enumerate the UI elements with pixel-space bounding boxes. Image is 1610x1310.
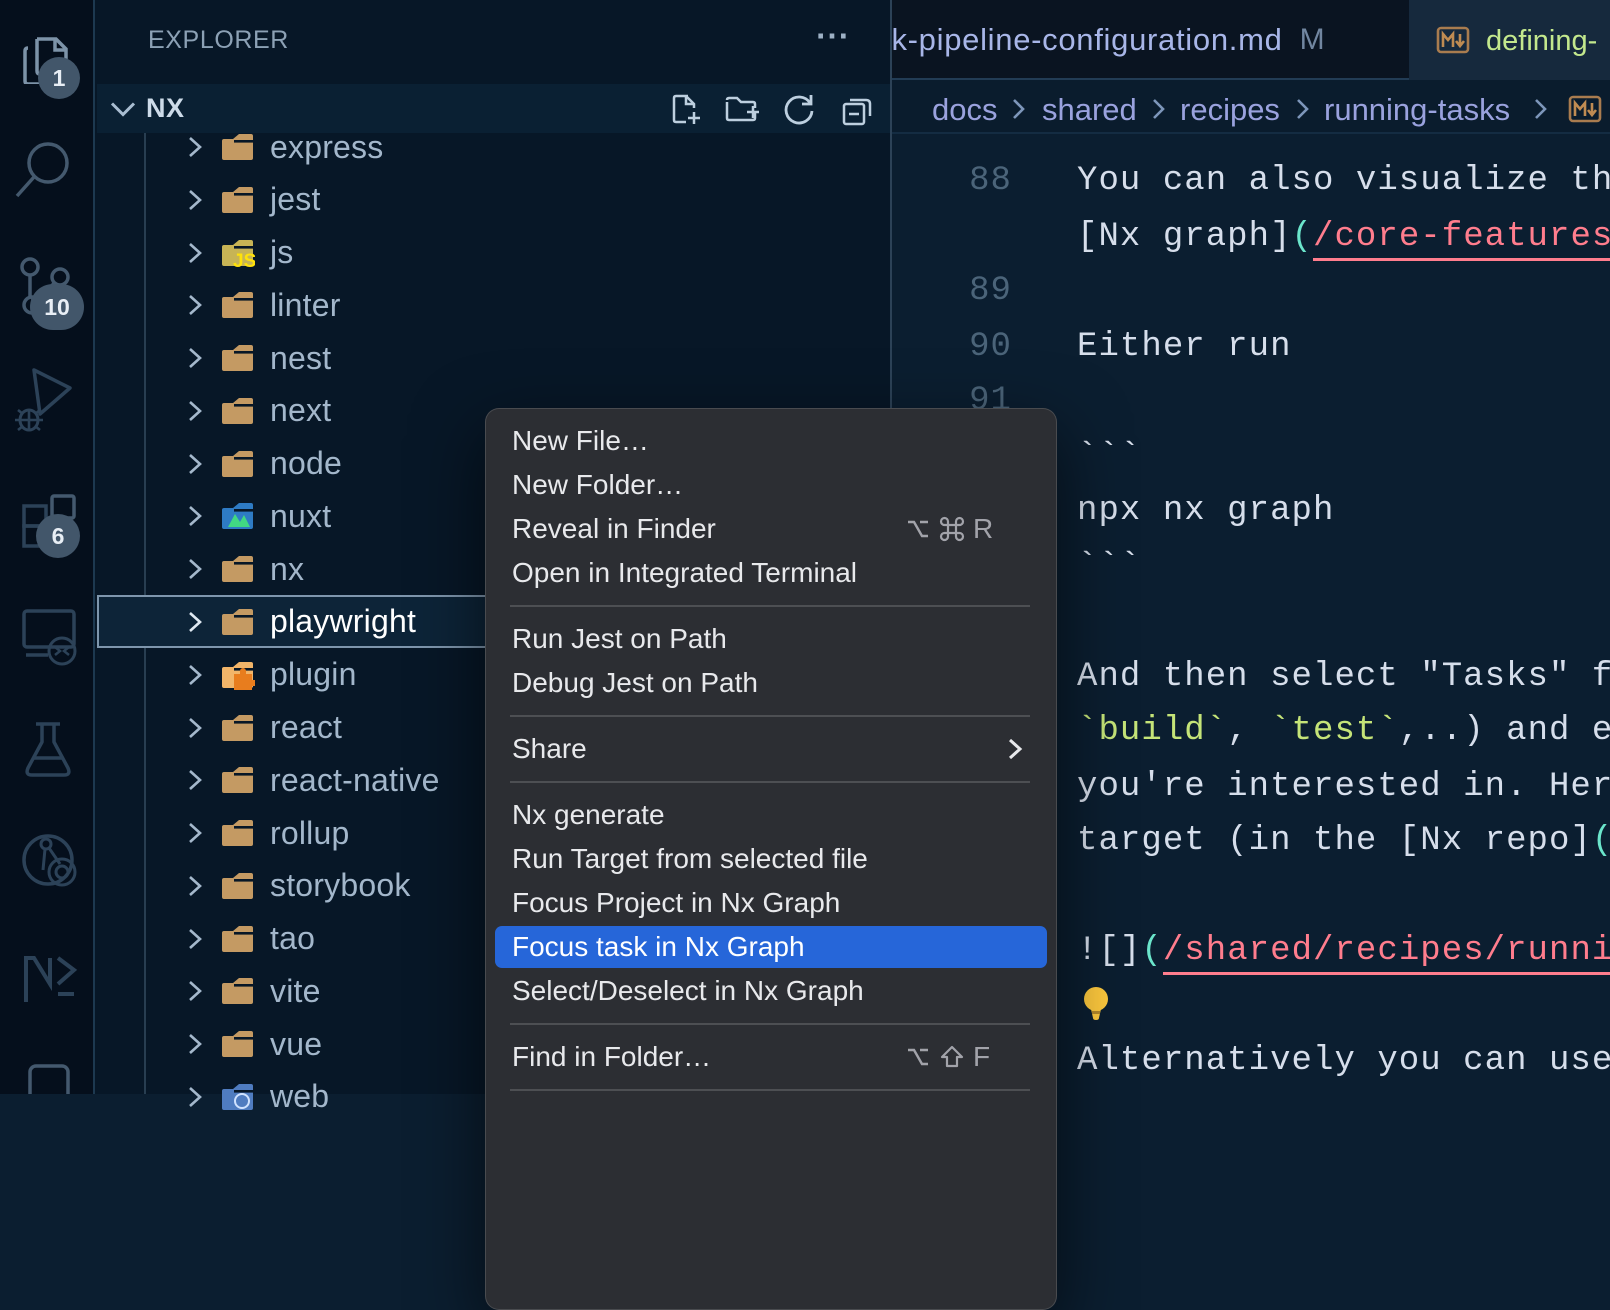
svg-text:JS: JS	[233, 251, 255, 268]
